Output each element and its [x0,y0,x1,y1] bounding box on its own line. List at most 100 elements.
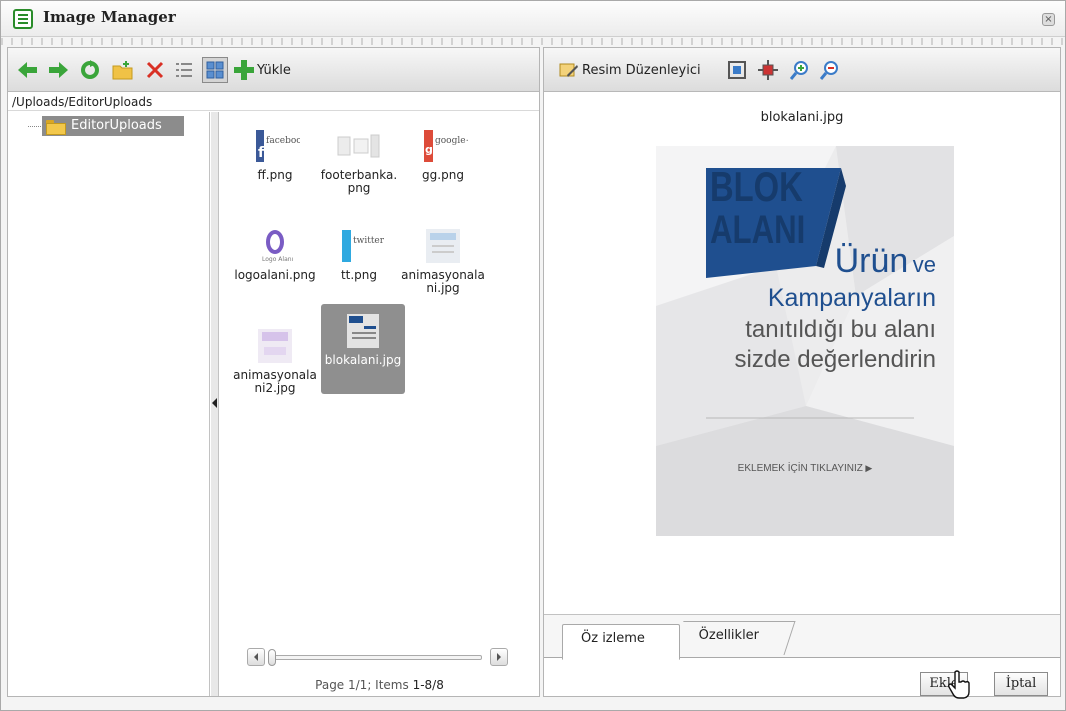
hand-cursor-icon [948,670,970,699]
banner-cta-text: EKLEMEK İÇİN TIKLAYINIZ [737,463,863,474]
back-button[interactable] [18,58,38,82]
title-bar: Image Manager × [1,1,1065,37]
preview-filename: blokalani.jpg [760,110,844,125]
banner-line1: Ürün ve [835,242,936,281]
banner-cta: EKLEMEK İÇİN TIKLAYINIZ ▶ [656,463,954,474]
collapse-arrow-icon[interactable] [212,398,217,408]
actual-size-button[interactable] [758,58,778,82]
facebook-thumbnail: f facebook [256,130,300,162]
svg-text:google+: google+ [435,136,468,146]
file-item[interactable]: footerbanka.png [317,119,401,209]
tab-properties-label: Özellikler [698,628,760,643]
file-browser-pane: Yükle /Uploads/EditorUploads EditorUploa… [7,47,540,697]
file-name: logoalani.png [234,268,316,282]
preview-toolbar: Resim Düzenleyici [544,48,1060,92]
delete-button[interactable] [146,58,164,82]
image-editor-button[interactable]: Resim Düzenleyici [559,58,701,82]
google-plus-thumbnail: g google+ [424,130,468,162]
file-item[interactable]: twitter tt.png [317,219,401,309]
pager: Page 1/1; Items 1-8/8 [220,646,539,696]
file-name: blokalani.jpg [324,353,402,367]
zoom-in-button[interactable] [790,58,810,82]
svg-text:twitter: twitter [353,236,384,246]
tree-node-label: EditorUploads [71,118,162,133]
pager-status-text: Page 1/1; Items [315,678,413,692]
tab-properties[interactable]: Özellikler [672,621,796,655]
drag-strip [1,38,1065,45]
file-name: footerbanka.png [320,168,398,195]
animation-thumbnail [426,229,460,263]
thumbnail-view-icon [206,61,224,79]
animation2-thumbnail [258,329,292,363]
new-folder-button[interactable] [112,58,134,82]
chevron-left-icon [254,653,258,661]
banner-line4: sizde değerlendirin [734,346,936,373]
tree-node-editoruploads[interactable]: EditorUploads [42,116,184,136]
file-grid: f facebook ff.png footerbanka.png g goog… [220,112,539,696]
file-item[interactable]: animasyonalani2.jpg [233,319,317,409]
banner-line3: tanıtıldığı bu alanı [745,316,936,343]
file-item[interactable]: f facebook ff.png [233,119,317,209]
actual-size-icon [758,60,778,80]
list-view-icon [176,63,192,77]
banner-line1-a: Ürün [834,242,909,280]
preview-tabs: Öz izleme Özellikler [544,614,1060,660]
forward-arrow-icon [49,62,68,78]
upload-button[interactable]: Yükle [234,58,291,82]
pager-slider-thumb[interactable] [268,649,276,666]
file-item[interactable]: Logo Alanı logoalani.png [233,219,317,309]
svg-text:facebook: facebook [266,136,300,146]
pager-next-button[interactable] [490,648,508,666]
tab-preview[interactable]: Öz izleme [562,624,680,660]
window-title: Image Manager [43,8,176,26]
banner-logo-bottom: ALANI [710,208,806,252]
pager-prev-button[interactable] [247,648,265,666]
fit-image-icon [728,61,746,79]
folder-tree: EditorUploads [8,112,210,696]
zoom-out-icon [820,61,838,80]
file-name: gg.png [422,168,464,182]
folder-icon [46,119,66,135]
upload-label: Yükle [257,62,291,78]
logo-thumbnail: Logo Alanı [262,230,294,263]
svg-text:g: g [425,143,433,156]
svg-text:f: f [258,145,265,161]
file-item-selected[interactable]: blokalani.jpg [321,304,405,394]
image-editor-icon [559,63,578,77]
fit-image-button[interactable] [728,58,746,82]
file-name: animasyonalani2.jpg [233,368,317,395]
blok-thumbnail [347,314,379,348]
plus-icon [234,60,254,80]
file-item[interactable]: g google+ gg.png [401,119,485,209]
banner-line2: Kampanyaların [767,284,936,312]
thumbnail-view-button[interactable] [202,57,228,83]
list-view-button[interactable] [175,58,193,82]
pager-slider-track[interactable] [270,655,482,660]
pager-status: Page 1/1; Items 1-8/8 [220,678,539,692]
footer-thumbnail [337,134,380,158]
twitter-thumbnail: twitter [342,230,384,262]
new-folder-icon [112,61,133,80]
chevron-right-icon [497,653,501,661]
back-arrow-icon [18,62,37,78]
window-icon [13,9,33,29]
pager-range: 1-8/8 [412,678,444,692]
play-arrow-icon: ▶ [862,463,873,473]
close-icon[interactable]: × [1042,13,1055,26]
refresh-button[interactable] [80,58,100,82]
pane-splitter[interactable] [211,112,219,696]
tree-connector [28,126,43,127]
preview-image: BLOK ALANI Ürün ve Kampanyaların tanıtıl… [656,146,954,536]
preview-pane: Resim Düzenleyici blokalani.jpg BLOK ALA… [543,47,1061,699]
file-name: animasyonalani.jpg [401,268,485,295]
file-item[interactable]: animasyonalani.jpg [401,219,485,309]
delete-icon [146,61,164,79]
cancel-button[interactable]: İptal [994,672,1048,696]
zoom-out-button[interactable] [820,58,840,82]
banner-line1-b: ve [912,252,936,277]
zoom-in-icon [790,61,808,80]
image-editor-label: Resim Düzenleyici [582,62,701,78]
current-path: /Uploads/EditorUploads [8,93,539,111]
banner-logo-top: BLOK [710,163,803,210]
forward-button[interactable] [48,58,68,82]
